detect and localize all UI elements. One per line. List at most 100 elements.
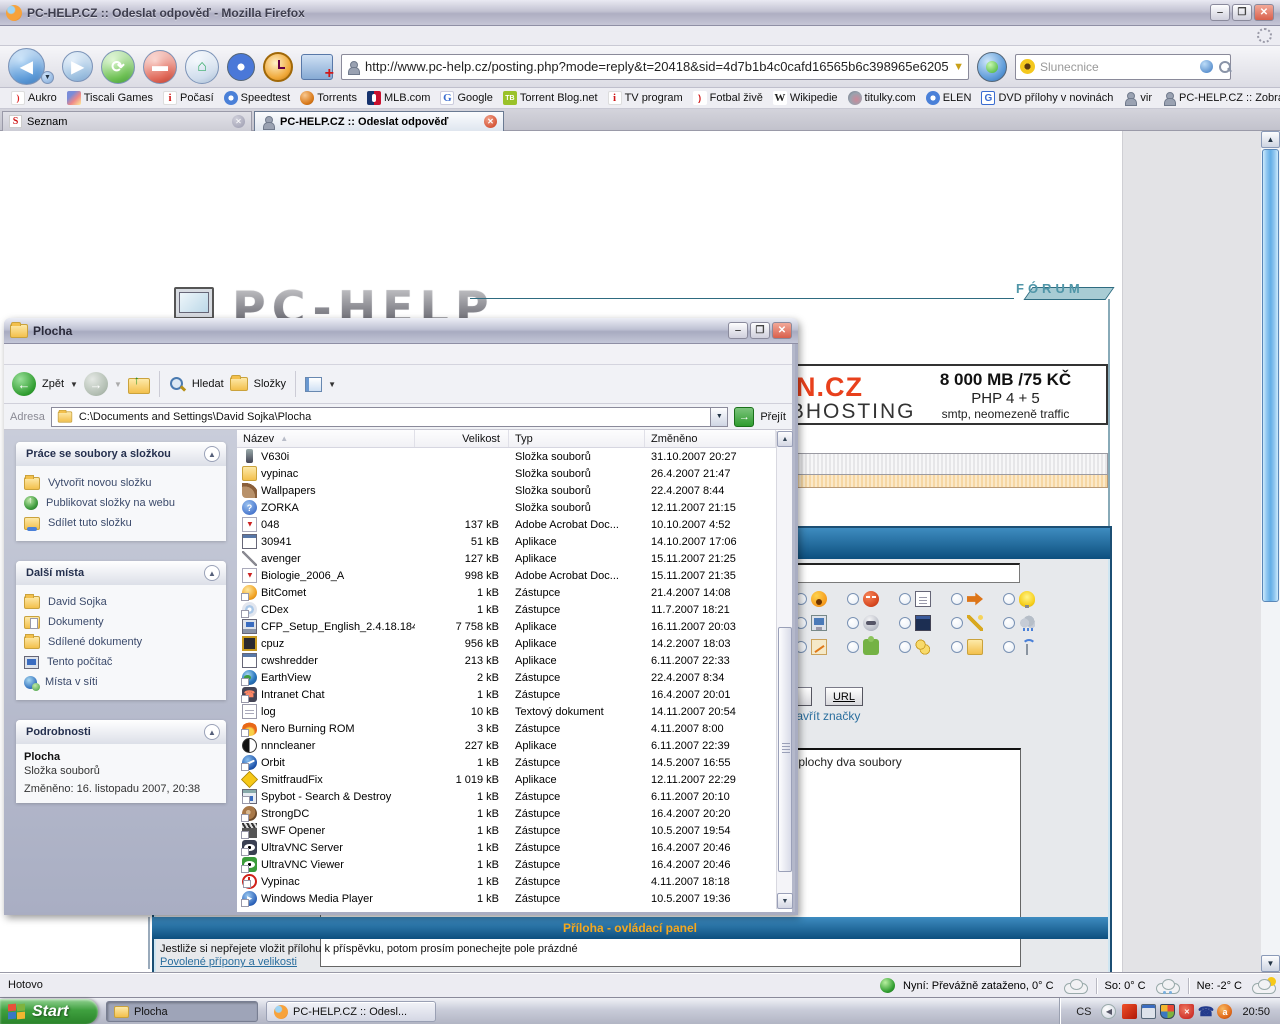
tab-close-icon[interactable]: ✕ xyxy=(232,115,245,128)
file-row[interactable]: 30941 51 kB Aplikace 14.10.2007 17:06 xyxy=(237,533,776,550)
file-row[interactable]: log 10 kB Textový dokument 14.11.2007 20… xyxy=(237,703,776,720)
back-dropdown[interactable]: ▼ xyxy=(41,71,54,84)
file-row[interactable]: nnncleaner 227 kB Aplikace 6.11.2007 22:… xyxy=(237,737,776,754)
place-link[interactable]: David Sojka xyxy=(24,592,222,612)
column-header-type[interactable]: Typ xyxy=(509,430,645,447)
extension-status-icon[interactable] xyxy=(880,978,895,993)
smiley-icon[interactable] xyxy=(967,639,983,655)
file-row[interactable]: StrongDC 1 kB Zástupce 16.4.2007 20:20 xyxy=(237,805,776,822)
browser-scrollbar[interactable]: ▲ ▼ xyxy=(1261,131,1280,972)
file-row[interactable]: Intranet Chat 1 kB Zástupce 16.4.2007 20… xyxy=(237,686,776,703)
folders-icon[interactable] xyxy=(230,377,248,391)
tray-icon[interactable] xyxy=(1198,1004,1213,1019)
menu-item[interactable] xyxy=(8,352,24,356)
bookmark-item[interactable]: DVD přílohy v novinách xyxy=(976,91,1118,105)
tab-pchelp[interactable]: PC-HELP.CZ :: Odeslat odpověď ✕ xyxy=(254,111,504,131)
bookmark-item[interactable]: titulky.com xyxy=(843,91,921,105)
menu-item[interactable] xyxy=(20,34,36,38)
scroll-thumb[interactable] xyxy=(1262,149,1279,602)
file-row[interactable]: avenger 127 kB Aplikace 15.11.2007 21:25 xyxy=(237,550,776,567)
menu-item[interactable] xyxy=(52,34,68,38)
file-row[interactable]: SmitfraudFix 1 019 kB Aplikace 12.11.200… xyxy=(237,771,776,788)
scroll-up-icon[interactable]: ▲ xyxy=(1261,131,1280,148)
menu-item[interactable] xyxy=(24,352,40,356)
search-bar[interactable] xyxy=(1015,54,1231,80)
smiley-icon[interactable] xyxy=(811,639,827,655)
menu-item[interactable] xyxy=(68,34,84,38)
collapse-chevron-icon[interactable]: ▲ xyxy=(204,446,220,462)
file-list-scrollbar[interactable]: ▲ ▼ xyxy=(776,431,792,909)
smiley-icon[interactable] xyxy=(1019,615,1035,631)
smiley-radio[interactable] xyxy=(847,617,859,629)
url-tag-button[interactable]: URL xyxy=(825,687,863,706)
search-engine-icon[interactable] xyxy=(1020,59,1035,74)
smiley-icon[interactable] xyxy=(967,591,983,607)
tray-icon[interactable] xyxy=(1179,1004,1194,1019)
file-row[interactable]: cpuz 956 kB Aplikace 14.2.2007 18:03 xyxy=(237,635,776,652)
place-link[interactable]: Místa v síti xyxy=(24,672,222,692)
search-icon[interactable] xyxy=(1218,60,1232,74)
address-field[interactable]: C:\Documents and Settings\David Sojka\Pl… xyxy=(51,407,728,427)
close-button[interactable]: ✕ xyxy=(772,322,792,339)
alarm-clock-icon[interactable] xyxy=(263,52,293,82)
tray-icon[interactable] xyxy=(1217,1004,1232,1019)
smiley-icon[interactable] xyxy=(863,591,879,607)
collapse-chevron-icon[interactable]: ▲ xyxy=(204,565,220,581)
file-row[interactable]: UltraVNC Viewer 1 kB Zástupce 16.4.2007 … xyxy=(237,856,776,873)
file-row[interactable]: V630i Složka souborů 31.10.2007 20:27 xyxy=(237,448,776,465)
search-history-icon[interactable] xyxy=(1200,60,1213,73)
search-icon[interactable] xyxy=(169,376,186,393)
views-dropdown-icon[interactable]: ▼ xyxy=(328,380,336,389)
menu-item[interactable] xyxy=(100,34,116,38)
smiley-radio[interactable] xyxy=(951,617,963,629)
bookmark-item[interactable]: Speedtest xyxy=(219,91,296,105)
menu-item[interactable] xyxy=(4,34,20,38)
column-header-modified[interactable]: Změněno xyxy=(645,430,776,447)
back-dropdown-icon[interactable]: ▼ xyxy=(70,380,78,389)
file-row[interactable]: cwshredder 213 kB Aplikace 6.11.2007 22:… xyxy=(237,652,776,669)
panel-header[interactable]: Podrobnosti ▲ xyxy=(16,720,226,744)
bookmark-item[interactable]: ELEN xyxy=(921,91,977,105)
smiley-icon[interactable] xyxy=(811,615,827,631)
start-button[interactable]: Start xyxy=(0,999,98,1024)
file-row[interactable]: Biologie_2006_A 998 kB Adobe Acrobat Doc… xyxy=(237,567,776,584)
bookmark-drop-icon[interactable]: ▼ xyxy=(953,61,964,73)
smiley-radio[interactable] xyxy=(899,593,911,605)
smiley-radio[interactable] xyxy=(899,617,911,629)
weather-sunday[interactable]: Ne: -2° C xyxy=(1197,980,1242,992)
smiley-icon[interactable] xyxy=(915,639,931,655)
smiley-radio[interactable] xyxy=(1003,641,1015,653)
panel-header[interactable]: Další místa ▲ xyxy=(16,561,226,585)
taskbar-task-firefox[interactable]: PC-HELP.CZ :: Odesl... xyxy=(266,1001,436,1022)
column-header-size[interactable]: Velikost xyxy=(415,430,509,447)
tray-icon[interactable] xyxy=(1122,1004,1137,1019)
menu-item[interactable] xyxy=(72,352,88,356)
smiley-radio[interactable] xyxy=(899,641,911,653)
tray-icon[interactable] xyxy=(1160,1004,1175,1019)
smiley-icon[interactable] xyxy=(863,639,879,655)
tray-collapse-icon[interactable]: ◀ xyxy=(1101,1004,1116,1019)
url-input[interactable] xyxy=(365,59,948,74)
smiley-icon[interactable] xyxy=(915,591,931,607)
bookmark-item[interactable]: Google xyxy=(435,91,497,105)
smiley-icon[interactable] xyxy=(915,615,931,631)
scroll-thumb[interactable] xyxy=(778,627,792,872)
file-row[interactable]: CDex 1 kB Zástupce 11.7.2007 18:21 xyxy=(237,601,776,618)
smiley-icon[interactable] xyxy=(967,615,983,631)
file-row[interactable]: Windows Media Player 1 kB Zástupce 10.5.… xyxy=(237,890,776,907)
smiley-radio[interactable] xyxy=(1003,617,1015,629)
smiley-radio[interactable] xyxy=(847,641,859,653)
go-label[interactable]: Přejít xyxy=(760,411,786,423)
home-button[interactable]: ⌂ xyxy=(185,50,219,84)
bookmark-item[interactable]: vir xyxy=(1118,91,1157,105)
url-bar[interactable]: ▼ xyxy=(341,54,969,80)
smiley-radio[interactable] xyxy=(951,593,963,605)
smiley-radio[interactable] xyxy=(951,641,963,653)
maximize-button[interactable]: ❐ xyxy=(750,322,770,339)
file-row[interactable]: SWF Opener 1 kB Zástupce 10.5.2007 19:54 xyxy=(237,822,776,839)
bookmark-item[interactable]: Wikipedie xyxy=(768,91,843,105)
file-row[interactable]: vypinac Složka souborů 26.4.2007 21:47 xyxy=(237,465,776,482)
file-row[interactable]: Nero Burning ROM 3 kB Zástupce 4.11.2007… xyxy=(237,720,776,737)
place-link[interactable]: Sdílené dokumenty xyxy=(24,632,222,652)
bookmark-item[interactable]: TV program xyxy=(603,91,688,105)
